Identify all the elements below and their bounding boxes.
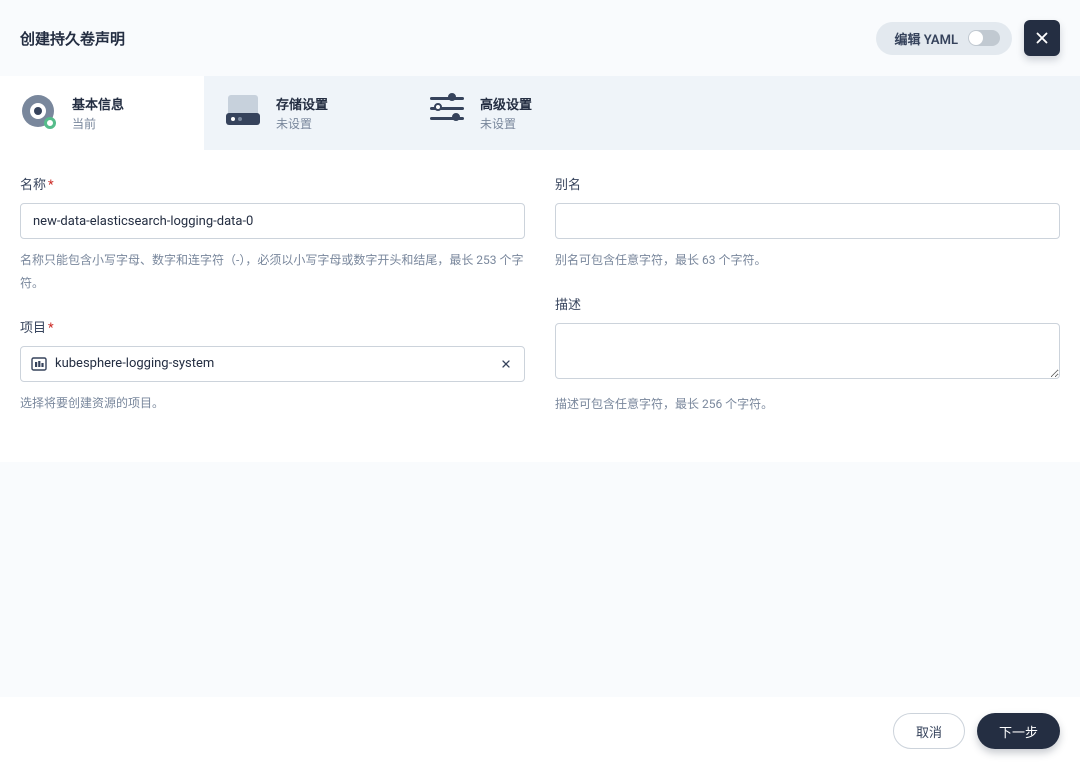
name-label: 名称*	[20, 174, 525, 193]
project-select[interactable]: kubesphere-logging-system	[20, 346, 525, 382]
field-project: 项目* kubesphere-logging-system 选择将要创建资源的项…	[20, 317, 525, 415]
tab-title: 高级设置	[480, 94, 532, 113]
project-clear-button[interactable]	[498, 356, 514, 372]
name-hint: 名称只能包含小写字母、数字和连字符（-），必须以小写字母或数字开头和结尾，最长 …	[20, 249, 525, 295]
alias-input[interactable]	[555, 203, 1060, 239]
basic-info-icon	[22, 95, 58, 131]
tab-basic-info[interactable]: 基本信息 当前	[0, 76, 204, 150]
project-value: kubesphere-logging-system	[55, 356, 214, 371]
tab-subtitle: 当前	[72, 115, 124, 132]
modal-footer: 取消 下一步	[0, 697, 1080, 765]
description-textarea[interactable]	[555, 323, 1060, 379]
tab-title: 存储设置	[276, 94, 328, 113]
tab-advanced-settings[interactable]: 高级设置 未设置	[408, 76, 612, 150]
close-button[interactable]	[1024, 20, 1060, 56]
description-label: 描述	[555, 294, 1060, 313]
modal-title: 创建持久卷声明	[20, 28, 125, 49]
field-alias: 别名 别名可包含任意字符，最长 63 个字符。	[555, 174, 1060, 272]
tab-subtitle: 未设置	[276, 115, 328, 132]
project-label: 项目*	[20, 317, 525, 336]
alias-label: 别名	[555, 174, 1060, 193]
clear-icon	[500, 358, 512, 370]
sliders-icon	[430, 95, 466, 131]
close-icon	[1033, 29, 1051, 47]
edit-yaml-label: 编辑 YAML	[894, 29, 958, 48]
toggle-switch-icon	[968, 30, 1000, 46]
tab-title: 基本信息	[72, 94, 124, 113]
description-hint: 描述可包含任意字符，最长 256 个字符。	[555, 393, 1060, 416]
header-actions: 编辑 YAML	[876, 20, 1060, 56]
next-button[interactable]: 下一步	[977, 713, 1060, 749]
project-hint: 选择将要创建资源的项目。	[20, 392, 525, 415]
cancel-button[interactable]: 取消	[893, 713, 965, 749]
form-right-column: 别名 别名可包含任意字符，最长 63 个字符。 描述 描述可包含任意字符，最长 …	[555, 174, 1060, 438]
edit-yaml-toggle[interactable]: 编辑 YAML	[876, 22, 1012, 55]
tab-storage-settings[interactable]: 存储设置 未设置	[204, 76, 408, 150]
tab-subtitle: 未设置	[480, 115, 532, 132]
form-body: 名称* 名称只能包含小写字母、数字和连字符（-），必须以小写字母或数字开头和结尾…	[0, 150, 1080, 462]
step-tabs: 基本信息 当前 存储设置 未设置 高级设置 未设置	[0, 76, 1080, 150]
form-left-column: 名称* 名称只能包含小写字母、数字和连字符（-），必须以小写字母或数字开头和结尾…	[20, 174, 525, 438]
modal-header: 创建持久卷声明 编辑 YAML	[0, 0, 1080, 76]
field-description: 描述 描述可包含任意字符，最长 256 个字符。	[555, 294, 1060, 416]
storage-icon	[226, 95, 262, 131]
alias-hint: 别名可包含任意字符，最长 63 个字符。	[555, 249, 1060, 272]
project-icon	[31, 357, 47, 371]
field-name: 名称* 名称只能包含小写字母、数字和连字符（-），必须以小写字母或数字开头和结尾…	[20, 174, 525, 295]
name-input[interactable]	[20, 203, 525, 239]
